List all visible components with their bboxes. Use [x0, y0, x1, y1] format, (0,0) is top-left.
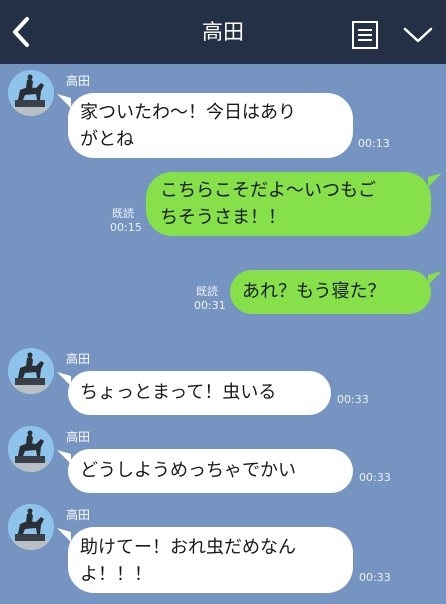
message-bubble-incoming[interactable]: 助けてー！おれ虫だめなん よ！！！: [68, 527, 353, 593]
avatar-image: [8, 426, 54, 472]
bubble-tail: [57, 94, 71, 108]
chevron-down-icon: [403, 27, 433, 43]
sender-name: 高田: [66, 430, 91, 444]
message-bubble-incoming[interactable]: どうしようめっちゃでかい: [68, 449, 353, 493]
sender-name: 高田: [66, 508, 91, 522]
avatar[interactable]: [8, 70, 54, 116]
read-receipt: 既読: [196, 285, 218, 298]
bubble-tail: [428, 271, 442, 285]
message-bubble-incoming[interactable]: ちょっとまって！虫いる: [68, 371, 331, 415]
message-time: 00:15: [110, 221, 142, 234]
read-receipt: 既読: [112, 207, 134, 220]
sender-name: 高田: [66, 74, 91, 88]
avatar[interactable]: [8, 348, 54, 394]
message-time: 00:33: [359, 471, 391, 484]
chat-header: 高田: [0, 0, 446, 64]
bubble-tail: [57, 528, 71, 542]
sender-name: 高田: [66, 352, 91, 366]
note-button[interactable]: [350, 20, 380, 50]
avatar[interactable]: [8, 504, 54, 550]
message-time: 00:31: [194, 299, 226, 312]
avatar[interactable]: [8, 426, 54, 472]
back-button[interactable]: [8, 14, 36, 50]
chevron-left-icon: [13, 17, 29, 47]
bubble-tail: [428, 173, 442, 187]
message-time: 00:33: [359, 571, 391, 584]
message-time: 00:33: [337, 393, 369, 406]
message-bubble-outgoing[interactable]: あれ？もう寝た？: [230, 270, 431, 314]
message-time: 00:13: [358, 137, 390, 150]
bubble-tail: [57, 450, 71, 464]
avatar-image: [8, 504, 54, 550]
bubble-tail: [57, 372, 71, 386]
avatar-image: [8, 348, 54, 394]
message-bubble-outgoing[interactable]: こちらこそだよ〜いつもご ちそうさま！！: [146, 172, 431, 236]
collapse-button[interactable]: [402, 24, 434, 46]
note-icon: [352, 21, 378, 49]
avatar-image: [8, 70, 54, 116]
message-bubble-incoming[interactable]: 家ついたわ〜！今日はあり がとね: [68, 93, 353, 158]
